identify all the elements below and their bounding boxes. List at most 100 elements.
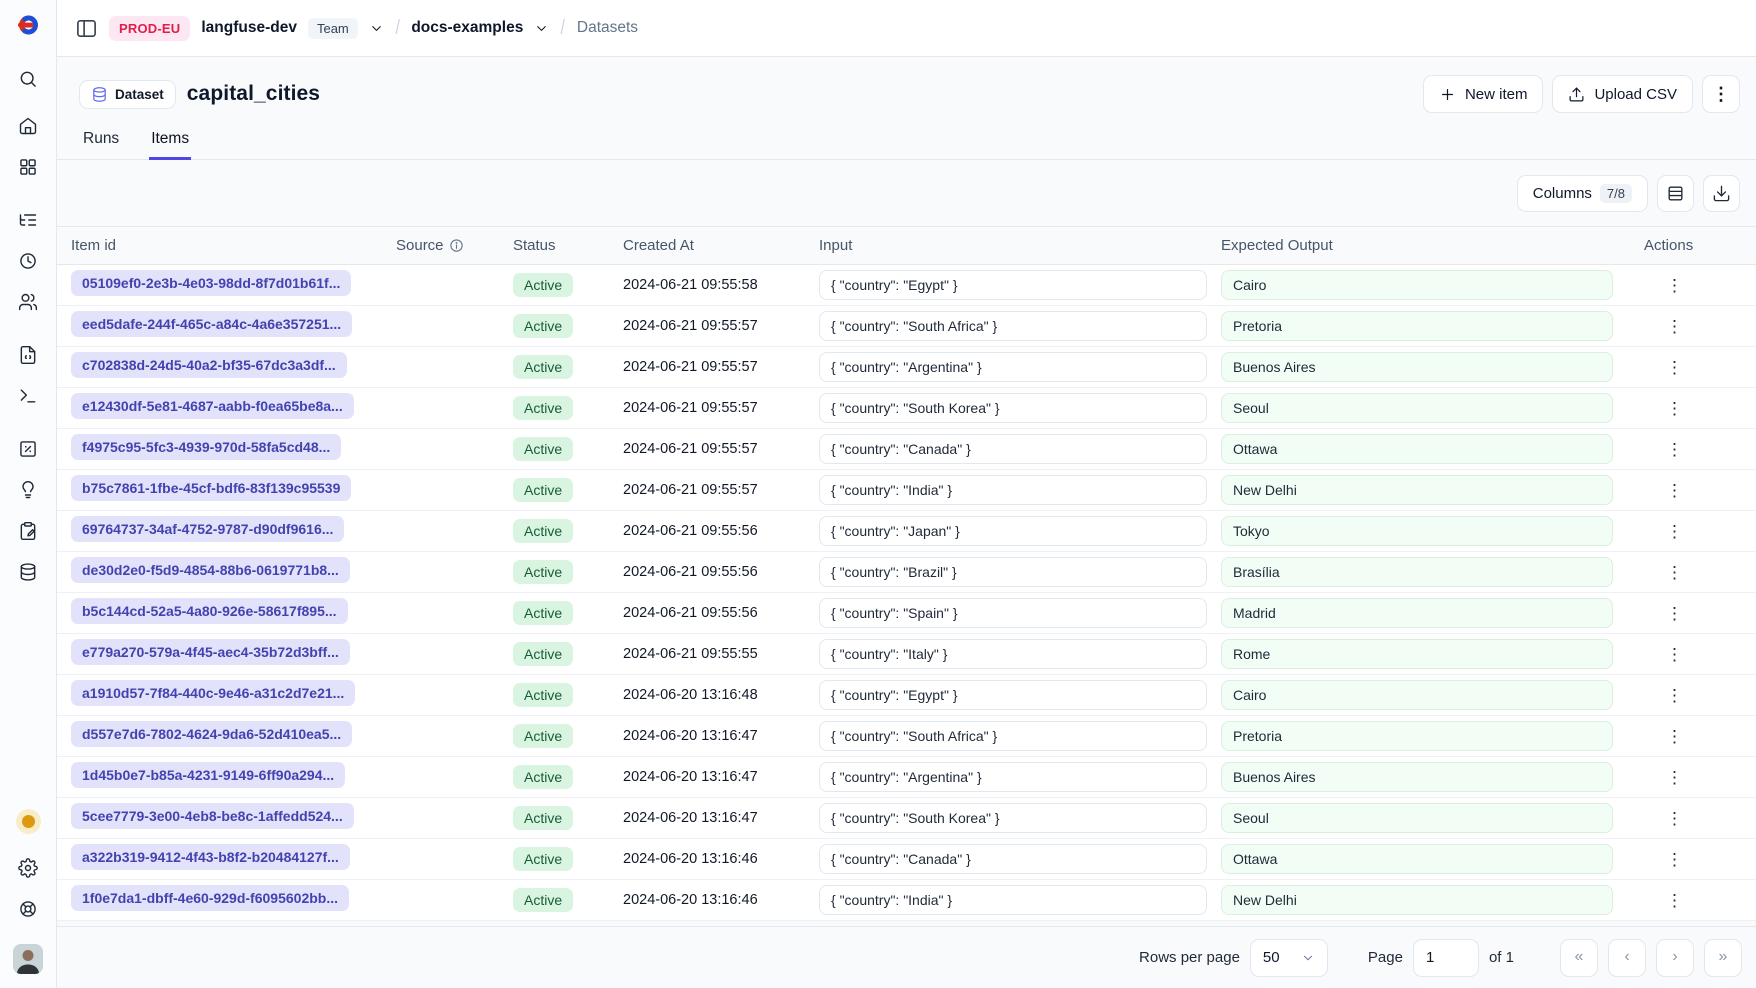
lightbulb-icon[interactable]: [12, 474, 44, 506]
expected-output-value[interactable]: Buenos Aires: [1221, 762, 1613, 792]
item-id-link[interactable]: a1910d57-7f84-440c-9e46-a31c2d7e21...: [71, 680, 355, 706]
evaluation-percent-icon[interactable]: [12, 433, 44, 465]
row-actions-menu-button[interactable]: ⋮: [1658, 726, 1691, 747]
row-actions-menu-button[interactable]: ⋮: [1658, 849, 1691, 870]
item-id-link[interactable]: e12430df-5e81-4687-aabb-f0ea65be8a...: [71, 393, 354, 419]
tracing-icon[interactable]: [12, 204, 44, 236]
page-number-input[interactable]: [1413, 939, 1479, 977]
sessions-clock-icon[interactable]: [12, 245, 44, 277]
input-value[interactable]: { "country": "Argentina" }: [819, 762, 1207, 792]
header-source[interactable]: Source: [396, 237, 513, 254]
input-value[interactable]: { "country": "Japan" }: [819, 516, 1207, 546]
expected-output-value[interactable]: Seoul: [1221, 803, 1613, 833]
header-item-id[interactable]: Item id: [71, 237, 396, 254]
row-actions-menu-button[interactable]: ⋮: [1658, 685, 1691, 706]
dataset-actions-menu-button[interactable]: ⋮: [1702, 75, 1740, 113]
next-page-button[interactable]: ›: [1656, 939, 1694, 977]
status-indicator-dot[interactable]: [22, 815, 35, 828]
prompts-file-icon[interactable]: [12, 339, 44, 371]
expected-output-value[interactable]: Madrid: [1221, 598, 1613, 628]
search-icon[interactable]: [12, 63, 44, 95]
tab-items[interactable]: Items: [149, 123, 191, 160]
support-lifebuoy-icon[interactable]: [12, 893, 44, 925]
item-id-link[interactable]: eed5dafe-244f-465c-a84c-4a6e357251...: [71, 311, 352, 337]
previous-page-button[interactable]: ‹: [1608, 939, 1646, 977]
row-actions-menu-button[interactable]: ⋮: [1658, 603, 1691, 624]
item-id-link[interactable]: a322b319-9412-4f43-b8f2-b20484127f...: [71, 844, 350, 870]
expected-output-value[interactable]: Tokyo: [1221, 516, 1613, 546]
item-id-link[interactable]: e779a270-579a-4f45-aec4-35b72d3bff...: [71, 639, 350, 665]
row-actions-menu-button[interactable]: ⋮: [1658, 644, 1691, 665]
columns-button[interactable]: Columns 7/8: [1517, 175, 1648, 212]
export-download-button[interactable]: [1703, 175, 1740, 212]
new-item-button[interactable]: New item: [1423, 75, 1544, 113]
row-actions-menu-button[interactable]: ⋮: [1658, 521, 1691, 542]
input-value[interactable]: { "country": "South Africa" }: [819, 311, 1207, 341]
input-value[interactable]: { "country": "South Korea" }: [819, 393, 1207, 423]
expected-output-value[interactable]: Cairo: [1221, 270, 1613, 300]
header-status[interactable]: Status: [513, 237, 623, 254]
item-id-link[interactable]: de30d2e0-f5d9-4854-88b6-0619771b8...: [71, 557, 350, 583]
org-name[interactable]: langfuse-dev: [201, 19, 297, 37]
last-page-button[interactable]: »: [1704, 939, 1742, 977]
input-value[interactable]: { "country": "Italy" }: [819, 639, 1207, 669]
item-id-link[interactable]: b75c7861-1fbe-45cf-bdf6-83f139c95539: [71, 475, 351, 501]
input-value[interactable]: { "country": "South Korea" }: [819, 803, 1207, 833]
project-chevron-down-icon[interactable]: [534, 21, 549, 36]
item-id-link[interactable]: c702838d-24d5-40a2-bf35-67dc3a3df...: [71, 352, 347, 378]
header-input[interactable]: Input: [819, 237, 1221, 254]
expected-output-value[interactable]: Buenos Aires: [1221, 352, 1613, 382]
input-value[interactable]: { "country": "India" }: [819, 475, 1207, 505]
input-value[interactable]: { "country": "Canada" }: [819, 844, 1207, 874]
header-expected-output[interactable]: Expected Output: [1221, 237, 1644, 254]
rows-per-page-select[interactable]: 50: [1250, 939, 1328, 977]
expected-output-value[interactable]: Pretoria: [1221, 721, 1613, 751]
project-name[interactable]: docs-examples: [411, 19, 523, 37]
row-height-button[interactable]: [1657, 175, 1694, 212]
header-created-at[interactable]: Created At: [623, 237, 819, 254]
environment-badge[interactable]: PROD-EU: [109, 16, 190, 41]
expected-output-value[interactable]: Ottawa: [1221, 844, 1613, 874]
expected-output-value[interactable]: New Delhi: [1221, 885, 1613, 915]
settings-gear-icon[interactable]: [12, 852, 44, 884]
expected-output-value[interactable]: New Delhi: [1221, 475, 1613, 505]
first-page-button[interactable]: «: [1560, 939, 1598, 977]
item-id-link[interactable]: b5c144cd-52a5-4a80-926e-58617f895...: [71, 598, 348, 624]
item-id-link[interactable]: f4975c95-5fc3-4939-970d-58fa5cd48...: [71, 434, 341, 460]
tab-runs[interactable]: Runs: [81, 123, 121, 160]
dashboards-icon[interactable]: [12, 151, 44, 183]
item-id-link[interactable]: 05109ef0-2e3b-4e03-98dd-8f7d01b61f...: [71, 270, 351, 296]
expected-output-value[interactable]: Seoul: [1221, 393, 1613, 423]
org-chevron-down-icon[interactable]: [369, 21, 384, 36]
datasets-database-icon[interactable]: [12, 556, 44, 588]
sidebar-toggle-icon[interactable]: [75, 17, 98, 40]
row-actions-menu-button[interactable]: ⋮: [1658, 480, 1691, 501]
row-actions-menu-button[interactable]: ⋮: [1658, 275, 1691, 296]
row-actions-menu-button[interactable]: ⋮: [1658, 808, 1691, 829]
expected-output-value[interactable]: Brasília: [1221, 557, 1613, 587]
input-value[interactable]: { "country": "South Africa" }: [819, 721, 1207, 751]
input-value[interactable]: { "country": "Egypt" }: [819, 680, 1207, 710]
annotation-queues-icon[interactable]: [12, 515, 44, 547]
item-id-link[interactable]: 1f0e7da1-dbff-4e60-929d-f6095602bb...: [71, 885, 349, 911]
row-actions-menu-button[interactable]: ⋮: [1658, 398, 1691, 419]
expected-output-value[interactable]: Ottawa: [1221, 434, 1613, 464]
item-id-link[interactable]: 1d45b0e7-b85a-4231-9149-6ff90a294...: [71, 762, 345, 788]
user-avatar[interactable]: [13, 944, 43, 974]
row-actions-menu-button[interactable]: ⋮: [1658, 890, 1691, 911]
upload-csv-button[interactable]: Upload CSV: [1552, 75, 1693, 113]
expected-output-value[interactable]: Pretoria: [1221, 311, 1613, 341]
input-value[interactable]: { "country": "Spain" }: [819, 598, 1207, 628]
users-icon[interactable]: [12, 286, 44, 318]
item-id-link[interactable]: 5cee7779-3e00-4eb8-be8c-1affedd524...: [71, 803, 354, 829]
row-actions-menu-button[interactable]: ⋮: [1658, 357, 1691, 378]
row-actions-menu-button[interactable]: ⋮: [1658, 562, 1691, 583]
expected-output-value[interactable]: Rome: [1221, 639, 1613, 669]
input-value[interactable]: { "country": "Canada" }: [819, 434, 1207, 464]
row-actions-menu-button[interactable]: ⋮: [1658, 439, 1691, 460]
playground-terminal-icon[interactable]: [12, 380, 44, 412]
expected-output-value[interactable]: Cairo: [1221, 680, 1613, 710]
langfuse-logo[interactable]: [15, 12, 41, 43]
item-id-link[interactable]: d557e7d6-7802-4624-9da6-52d410ea5...: [71, 721, 352, 747]
input-value[interactable]: { "country": "India" }: [819, 885, 1207, 915]
